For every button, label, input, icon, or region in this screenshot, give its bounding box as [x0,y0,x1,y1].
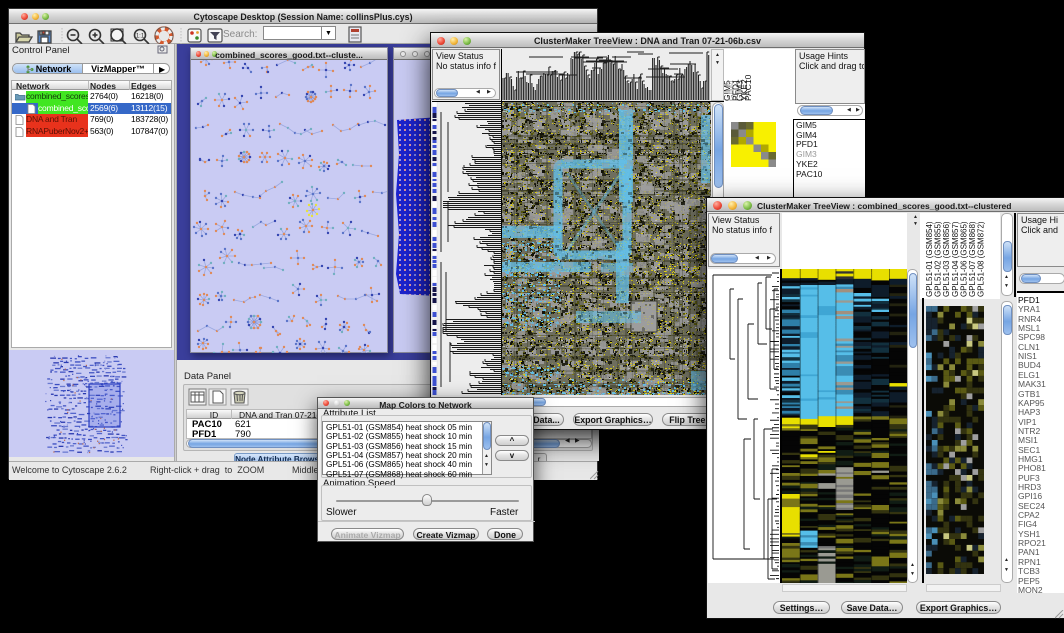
svg-text:GPL51-08 (GSM872): GPL51-08 (GSM872) [977,221,986,297]
svg-text:1:1: 1:1 [136,34,145,40]
svg-text:PAC10: PAC10 [743,74,753,101]
